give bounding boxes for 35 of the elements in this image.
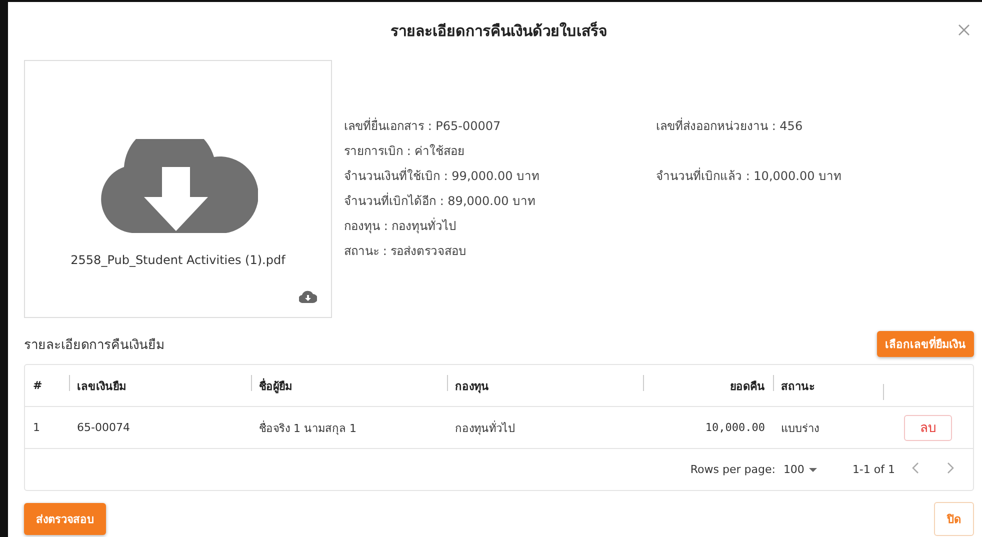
column-header: ชื่อผู้ยืม <box>251 376 447 394</box>
table-cell-text: แบบร่าง <box>780 420 820 436</box>
table-cell-text: 1 <box>32 421 41 434</box>
detail-field: กองทุน : กองทุนทั่วไป <box>344 216 656 235</box>
file-preview-card[interactable]: 2558_Pub_Student Activities (1).pdf <box>24 60 332 318</box>
table-cell-text: 65-00074 <box>76 421 131 434</box>
select-loan-button[interactable]: เลือกเลขที่ยืมเงิน <box>877 331 974 357</box>
file-name: 2558_Pub_Student Activities (1).pdf <box>70 253 286 267</box>
column-header: กองทุน <box>447 376 643 394</box>
table-cell-text: กองทุนทั่วไป <box>454 420 516 436</box>
page-range: 1-1 of 1 <box>852 463 895 476</box>
dialog-title: รายละเอียดการคืนเงินด้วยใบเสร็จ <box>390 20 608 42</box>
close-button[interactable]: ปิด <box>934 502 974 536</box>
detail-field: จำนวนที่เบิกแล้ว : 10,000.00 บาท <box>656 166 842 185</box>
cloud-download-icon <box>98 139 258 233</box>
rows-per-page-select[interactable]: 100 <box>783 463 818 476</box>
close-icon[interactable] <box>956 22 972 38</box>
column-header: สถานะ <box>773 376 883 394</box>
caret-icon <box>808 466 818 472</box>
detail-field: รายการเบิก : ค่าใช้สอย <box>344 141 656 160</box>
delete-button[interactable]: ลบ <box>904 414 952 440</box>
rows-per-page-label: Rows per page: <box>690 463 776 476</box>
column-header: # <box>32 379 44 392</box>
detail-field: จำนวนที่เบิกได้อีก : 89,000.00 บาท <box>344 191 656 210</box>
column-header: ยอดคืน <box>643 376 773 394</box>
detail-field: เลขที่ยื่นเอกสาร : P65-00007 <box>344 116 656 135</box>
table-cell-text: ชื่อจริง 1 นามสกุล 1 <box>258 420 358 436</box>
table-cell-text: 10,000.00 <box>704 421 766 434</box>
section-title: รายละเอียดการคืนเงินยืม <box>24 336 165 354</box>
submit-button[interactable]: ส่งตรวจสอบ <box>24 503 106 535</box>
cloud-download-icon[interactable] <box>299 289 317 303</box>
detail-field: เลขที่ส่งออกหน่วยงาน : 456 <box>656 116 842 135</box>
detail-field: สถานะ : รอส่งตรวจสอบ <box>344 241 656 260</box>
detail-field: จำนวนเงินที่ใช้เบิก : 99,000.00 บาท <box>344 166 656 185</box>
column-header: เลขเงินยืม <box>69 376 251 394</box>
